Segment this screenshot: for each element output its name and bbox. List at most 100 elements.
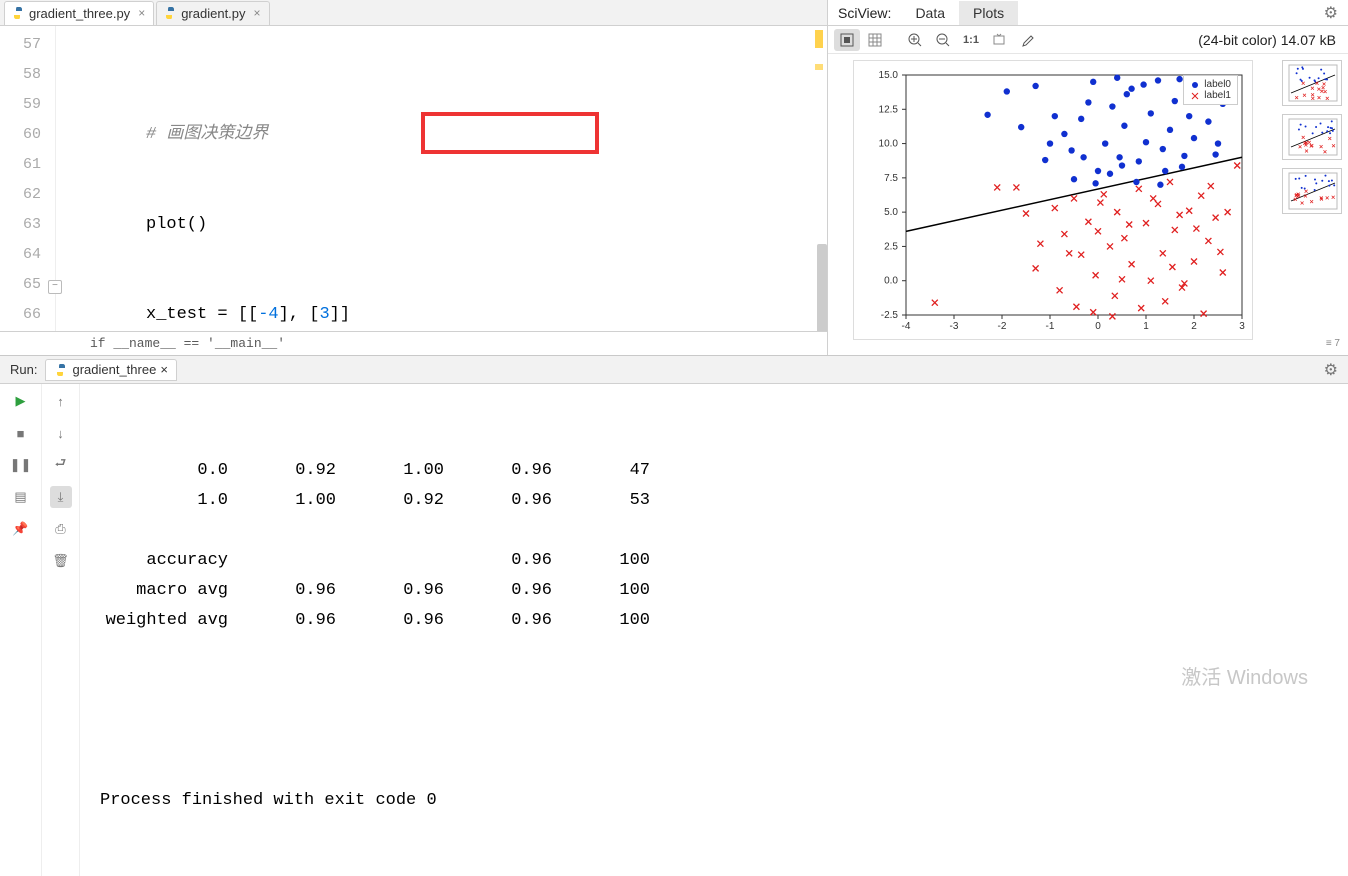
run-toolbar-secondary: ↑ ↓ ⮐ ⤓ ⎙ 🗑 bbox=[42, 384, 80, 876]
export-icon[interactable] bbox=[986, 29, 1012, 51]
line-number: 60 bbox=[0, 120, 41, 150]
line-number: 65 bbox=[0, 270, 41, 300]
svg-text:3: 3 bbox=[1239, 321, 1245, 332]
svg-text:10.0: 10.0 bbox=[879, 139, 899, 150]
python-file-icon bbox=[163, 6, 177, 20]
close-icon[interactable]: × bbox=[254, 6, 261, 20]
exit-message: Process finished with exit code 0 bbox=[100, 786, 1348, 816]
run-tab[interactable]: gradient_three × bbox=[45, 359, 176, 381]
trash-icon[interactable]: 🗑 bbox=[50, 550, 72, 572]
sciview-tabs: SciView: Data Plots ⚙ bbox=[828, 0, 1348, 26]
run-tool-window: Run: gradient_three × ⚙ ▶ ■ ❚❚ ▤ 📌 ↑ ↓ ⮐… bbox=[0, 355, 1348, 876]
plot-canvas: -2.5 0.0 2.5 5.0 7.5 10.0 12.5 15.0 -4 -3 -2 -1 0 1 2 3… bbox=[853, 60, 1253, 340]
svg-text:-4: -4 bbox=[902, 321, 911, 332]
color-picker-icon[interactable] bbox=[1014, 29, 1040, 51]
svg-text:15.0: 15.0 bbox=[879, 70, 899, 81]
gear-icon[interactable]: ⚙ bbox=[1314, 3, 1348, 23]
scrollbar-thumb[interactable] bbox=[817, 244, 827, 331]
console-row: accuracy0.96100 bbox=[100, 546, 1348, 576]
plot-thumbnail[interactable] bbox=[1282, 114, 1342, 160]
fold-icon[interactable]: − bbox=[48, 280, 62, 294]
console-output[interactable]: 0.00.921.000.96471.01.000.920.9653 accura… bbox=[80, 384, 1348, 876]
close-icon[interactable]: × bbox=[138, 6, 145, 20]
python-file-icon bbox=[11, 6, 25, 20]
pause-icon[interactable]: ❚❚ bbox=[10, 454, 32, 476]
svg-text:2.5: 2.5 bbox=[884, 241, 898, 252]
one-to-one-icon[interactable]: 1:1 bbox=[958, 29, 984, 51]
down-icon[interactable]: ↓ bbox=[50, 422, 72, 444]
run-label: Run: bbox=[10, 362, 37, 377]
plot-thumbnail[interactable] bbox=[1282, 60, 1342, 106]
sciview-pane: SciView: Data Plots ⚙ 1:1 (24-bit color)… bbox=[828, 0, 1348, 355]
code-text: ], [ bbox=[279, 305, 320, 324]
tab-gradient-three[interactable]: gradient_three.py × bbox=[4, 1, 154, 25]
svg-text:0: 0 bbox=[1095, 321, 1101, 332]
close-icon[interactable]: × bbox=[160, 362, 168, 377]
svg-text:1: 1 bbox=[1143, 321, 1149, 332]
scroll-to-end-icon[interactable]: ⤓ bbox=[50, 486, 72, 508]
breadcrumb[interactable]: if __name__ == '__main__' bbox=[0, 331, 827, 355]
line-number: 57 bbox=[0, 30, 41, 60]
plot-thumbnail[interactable] bbox=[1282, 168, 1342, 214]
gear-icon[interactable]: ⚙ bbox=[1314, 360, 1348, 380]
plot-legend: label0 label1 bbox=[1183, 75, 1238, 105]
thumbnail-count: ≡ 7 bbox=[1282, 338, 1344, 349]
line-number: 62 bbox=[0, 180, 41, 210]
sciview-tab-data[interactable]: Data bbox=[901, 1, 959, 25]
tab-label: gradient.py bbox=[181, 6, 245, 21]
editor-tabs: gradient_three.py × gradient.py × bbox=[0, 0, 827, 26]
python-file-icon bbox=[54, 363, 68, 377]
code-text: 3 bbox=[319, 305, 329, 324]
warning-stripe[interactable] bbox=[815, 64, 823, 70]
line-number: 59 bbox=[0, 90, 41, 120]
zoom-out-icon[interactable] bbox=[930, 29, 956, 51]
windows-activation-watermark: 激活 Windows bbox=[1181, 661, 1308, 690]
zoom-in-icon[interactable] bbox=[902, 29, 928, 51]
wrap-icon[interactable]: ⮐ bbox=[50, 454, 72, 476]
run-icon[interactable]: ▶ bbox=[10, 390, 32, 412]
stop-icon[interactable]: ■ bbox=[10, 422, 32, 444]
code-text: x_test = [[ bbox=[146, 305, 258, 324]
pin-icon[interactable]: 📌 bbox=[10, 518, 32, 540]
tab-label: gradient_three.py bbox=[29, 6, 130, 21]
plot-info: (24-bit color) 14.07 kB bbox=[1198, 32, 1348, 48]
print-icon[interactable]: ⎙ bbox=[50, 518, 72, 540]
svg-text:-2: -2 bbox=[998, 321, 1007, 332]
svg-text:-1: -1 bbox=[1046, 321, 1055, 332]
editor-pane: gradient_three.py × gradient.py × 57 58 … bbox=[0, 0, 828, 355]
svg-text:2: 2 bbox=[1191, 321, 1197, 332]
line-number: 63 bbox=[0, 210, 41, 240]
grid-icon[interactable] bbox=[862, 29, 888, 51]
tab-gradient[interactable]: gradient.py × bbox=[156, 1, 269, 25]
run-toolbar-primary: ▶ ■ ❚❚ ▤ 📌 bbox=[0, 384, 42, 876]
line-number: 66 bbox=[0, 300, 41, 330]
sciview-title: SciView: bbox=[828, 5, 901, 21]
code-text: -4 bbox=[258, 305, 278, 324]
fit-icon[interactable] bbox=[834, 29, 860, 51]
code-area[interactable]: −# 画图决策边界 plot() x_test = [[-4], [3]] y_… bbox=[56, 26, 827, 331]
editor-body[interactable]: 57 58 59 60 61 62 63 64 65 66 −# 画 bbox=[0, 26, 827, 331]
line-number: 64 bbox=[0, 240, 41, 270]
svg-text:5.0: 5.0 bbox=[884, 207, 898, 218]
sciview-toolbar: 1:1 (24-bit color) 14.07 kB bbox=[828, 26, 1348, 54]
console-row: 0.00.921.000.9647 bbox=[100, 456, 1348, 486]
code-text: plot() bbox=[146, 215, 207, 234]
plot-area[interactable]: -2.5 0.0 2.5 5.0 7.5 10.0 12.5 15.0 -4 -3 -2 -1 0 1 2 3… bbox=[828, 54, 1278, 355]
line-number: 58 bbox=[0, 60, 41, 90]
sciview-tab-plots[interactable]: Plots bbox=[959, 1, 1018, 25]
up-icon[interactable]: ↑ bbox=[50, 390, 72, 412]
svg-text:7.5: 7.5 bbox=[884, 173, 898, 184]
code-text: ]] bbox=[330, 305, 350, 324]
run-tab-label: gradient_three bbox=[72, 362, 156, 377]
layout-icon[interactable]: ▤ bbox=[10, 486, 32, 508]
svg-text:-3: -3 bbox=[950, 321, 959, 332]
console-row: macro avg0.960.960.96100 bbox=[100, 576, 1348, 606]
svg-text:0.0: 0.0 bbox=[884, 276, 898, 287]
console-row: 1.01.000.920.9653 bbox=[100, 486, 1348, 516]
warning-stripe[interactable] bbox=[815, 30, 823, 48]
line-number: 61 bbox=[0, 150, 41, 180]
svg-text:-2.5: -2.5 bbox=[881, 310, 899, 321]
plot-thumbnails: ≡ 7 bbox=[1278, 54, 1348, 355]
svg-text:12.5: 12.5 bbox=[879, 104, 899, 115]
run-header: Run: gradient_three × ⚙ bbox=[0, 356, 1348, 384]
